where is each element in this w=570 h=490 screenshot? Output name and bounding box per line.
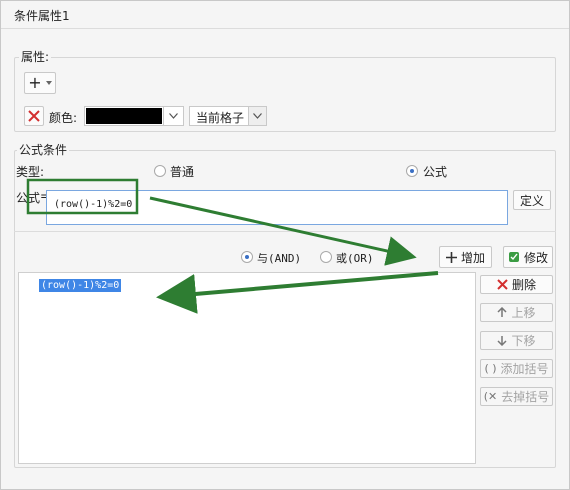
annotation-arrow-to-list	[156, 271, 439, 314]
annotation-arrow-to-add	[149, 196, 417, 266]
annotation-highlight-box	[26, 178, 139, 215]
annotation-overlay	[26, 178, 439, 314]
